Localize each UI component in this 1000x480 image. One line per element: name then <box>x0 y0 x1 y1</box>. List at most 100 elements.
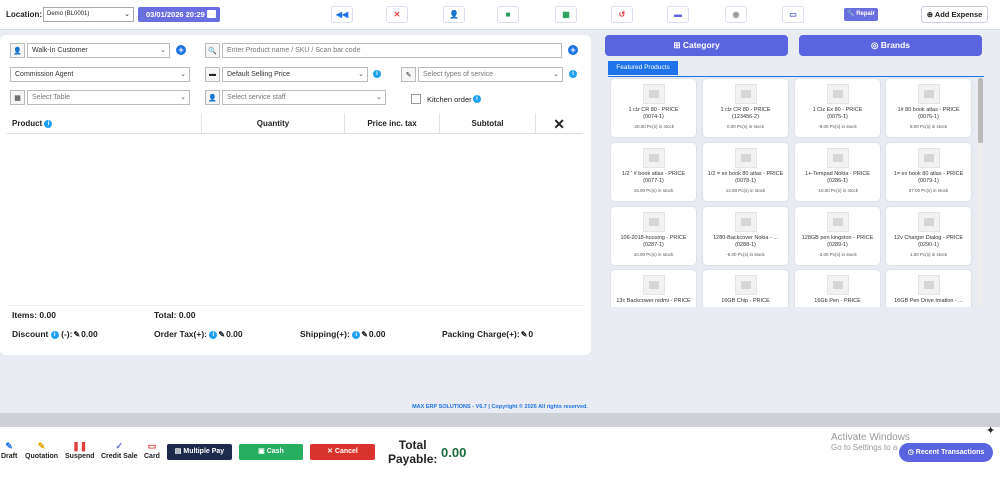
briefcase-icon[interactable]: ■ <box>497 6 519 23</box>
service-staff-placeholder: Select service staff <box>227 94 286 101</box>
kitchen-order-checkbox[interactable] <box>411 94 421 104</box>
monitor-icon[interactable]: ▭ <box>782 6 804 23</box>
kitchen-order-label: Kitchen order <box>427 95 472 104</box>
product-image-placeholder-icon <box>642 84 665 104</box>
clear-cart-icon[interactable]: ✕ <box>553 116 565 133</box>
customer-select[interactable]: Walk-In Customer ⌄ <box>27 43 170 58</box>
items-summary: Items: 0.00 <box>12 310 56 320</box>
info-icon[interactable]: i <box>373 70 381 78</box>
repair-button[interactable]: 🔧 Repair <box>844 8 878 21</box>
cancel-button[interactable]: ✕ Cancel <box>310 444 375 460</box>
product-name: 1# 80 book atlas - PRICE (0076-1) <box>897 107 960 120</box>
product-card[interactable]: 1+-Tempad Nokia - PRICE (0286-1) -10.00 Pc… <box>795 143 880 201</box>
chevron-down-icon: ⌄ <box>180 94 186 101</box>
info-icon[interactable]: i <box>209 330 218 339</box>
commission-agent-select[interactable]: Commission Agent ⌄ <box>10 67 190 82</box>
cash-label: Cash <box>266 448 284 455</box>
selling-price-select[interactable]: Default Selling Price ⌄ <box>222 67 368 82</box>
info-icon[interactable]: i <box>473 95 481 103</box>
add-customer-button[interactable]: + <box>176 45 186 55</box>
packing-value: 0 <box>528 329 534 339</box>
chevron-down-icon: ⌄ <box>376 94 382 101</box>
category-button[interactable]: ⊞ Category <box>605 35 788 56</box>
search-icon: 🔍 <box>205 43 220 58</box>
service-type-select[interactable]: Select types of service ⌄ <box>418 67 563 82</box>
edit-icon: ✎ <box>37 441 46 451</box>
undo-icon[interactable]: ↺ <box>611 6 633 23</box>
recent-transactions-button[interactable]: ◷ Recent Transactions <box>899 443 993 462</box>
pause-icon: ❚❚ <box>72 441 88 451</box>
suspend-button[interactable]: ❚❚ Suspend <box>65 441 95 460</box>
add-user-icon[interactable]: 👤 <box>443 6 465 23</box>
order-tax-value: 0.00 <box>226 329 243 339</box>
location-select[interactable]: Demo (BL0001) ⌄ <box>43 7 134 22</box>
product-card[interactable]: 1= ex book 80 atlas - PRICE (0079-1) 27.00… <box>886 143 971 201</box>
edit-discount-icon[interactable]: ✎ <box>73 330 80 339</box>
product-image-placeholder-icon <box>734 148 757 168</box>
edit-icon: ✎ <box>5 441 13 451</box>
product-name: 128GB pen kingston - PRICE (0289-1) <box>801 235 874 248</box>
product-card[interactable]: 1/2 ' # book atlas - PRICE (0077-1) 15.00 … <box>611 143 696 201</box>
info-icon[interactable]: i <box>50 330 59 339</box>
product-name: 16GB Chip - PRICE <box>721 298 770 304</box>
product-card[interactable]: 128GB pen kingston - PRICE (0289-1) -3.00 … <box>795 207 880 265</box>
service-staff-select[interactable]: Select service staff ⌄ <box>222 90 386 105</box>
staff-icon: 👤 <box>205 90 220 105</box>
draft-button[interactable]: ✎ Draft <box>1 441 17 460</box>
product-image-placeholder-icon <box>917 275 940 295</box>
add-expense-button[interactable]: ⊕ Add Expense <box>921 6 988 23</box>
info-icon[interactable]: i <box>569 70 577 78</box>
commission-agent-value: Commission Agent <box>15 71 74 78</box>
credit-sale-button[interactable]: ✓ Credit Sale <box>101 441 138 460</box>
card-button[interactable]: ▭ Card <box>144 441 160 460</box>
category-label: Category <box>682 40 720 50</box>
product-card[interactable]: 16GB Pen Drive Imation - ... <box>886 270 971 307</box>
close-register-icon[interactable]: ✕ <box>386 6 408 23</box>
wallet-icon[interactable]: ▬ <box>667 6 689 23</box>
cash-button[interactable]: ▣ Cash <box>239 444 303 460</box>
edit-tax-icon[interactable]: ✎ <box>218 330 225 339</box>
table-icon: ▦ <box>10 90 25 105</box>
product-card[interactable]: 1/2 = ex book 80 atlas - PRICE (0078-1) 14… <box>703 143 788 201</box>
table-select[interactable]: Select Table ⌄ <box>27 90 190 105</box>
product-stock: -10.00 Pc(s) in stock <box>816 188 858 193</box>
product-card[interactable]: 13c Backcower redmi - PRICE <box>611 270 696 307</box>
sparkle-icon[interactable]: ✦ <box>986 424 995 437</box>
info-icon[interactable]: i <box>352 330 361 339</box>
tab-featured-products[interactable]: Featured Products <box>608 61 678 75</box>
price-tag-icon: ▬ <box>205 67 220 82</box>
quotation-button[interactable]: ✎ Quotation <box>25 441 58 460</box>
edit-shipping-icon[interactable]: ✎ <box>361 330 368 339</box>
product-stock: 14.00 Pc(s) in stock <box>725 188 766 193</box>
product-card[interactable]: 1# 80 book atlas - PRICE (0076-1) 8.00 Pc(… <box>886 79 971 137</box>
suspend-label: Suspend <box>65 453 95 460</box>
product-card[interactable]: 1280-Backcover Nokia - ... (0288-1) -6.00 … <box>703 207 788 265</box>
product-stock: -20.00 Pc(s) in stock <box>632 124 674 129</box>
datetime-button[interactable]: 03/01/2026 20:29 <box>138 7 220 22</box>
info-icon[interactable]: i <box>44 119 53 128</box>
product-image-placeholder-icon <box>734 84 757 104</box>
product-search-input[interactable]: Enter Product name / SKU / Scan bar code <box>222 43 562 58</box>
product-card[interactable]: 1 clz CR 80 - PRICE (123456-2) 0.00 Pc(s) … <box>703 79 788 137</box>
product-card[interactable]: 16GB Chip - PRICE <box>703 270 788 307</box>
product-card[interactable]: 16Gb Pen - PRICE <box>795 270 880 307</box>
scrollbar-thumb[interactable] <box>978 78 983 143</box>
settings-icon[interactable]: ◉ <box>725 6 747 23</box>
product-card[interactable]: 106-2018-housing - PRICE (0287-1) 10.00 Pc… <box>611 207 696 265</box>
product-card[interactable]: 12v Charger Dialog - PRICE (0290-1) 1.00 P… <box>886 207 971 265</box>
product-card[interactable]: 1 clz CR 80 - PRICE (0074-1) -20.00 Pc(s) … <box>611 79 696 137</box>
product-card[interactable]: 1 Clz Ex 80 - PRICE (0075-1) -9.00 Pc(s) i… <box>795 79 880 137</box>
add-product-button[interactable]: + <box>568 45 578 55</box>
product-stock: 1.00 Pc(s) in stock <box>909 252 947 257</box>
product-name: 1 clz CR 80 - PRICE (123456-2) <box>720 107 771 120</box>
card-label: Card <box>144 453 160 460</box>
multiple-pay-button[interactable]: ▤ Multiple Pay <box>167 444 232 460</box>
location-label: Location: <box>6 10 42 19</box>
divider <box>7 305 583 306</box>
calculator-icon[interactable]: ▦ <box>555 6 577 23</box>
rewind-icon[interactable]: ◀◀ <box>331 6 353 23</box>
brands-button[interactable]: ◎ Brands <box>799 35 982 56</box>
service-type-icon: ✎ <box>401 67 416 82</box>
grid-icon: ⊞ <box>673 40 681 50</box>
edit-packing-icon[interactable]: ✎ <box>521 330 528 339</box>
